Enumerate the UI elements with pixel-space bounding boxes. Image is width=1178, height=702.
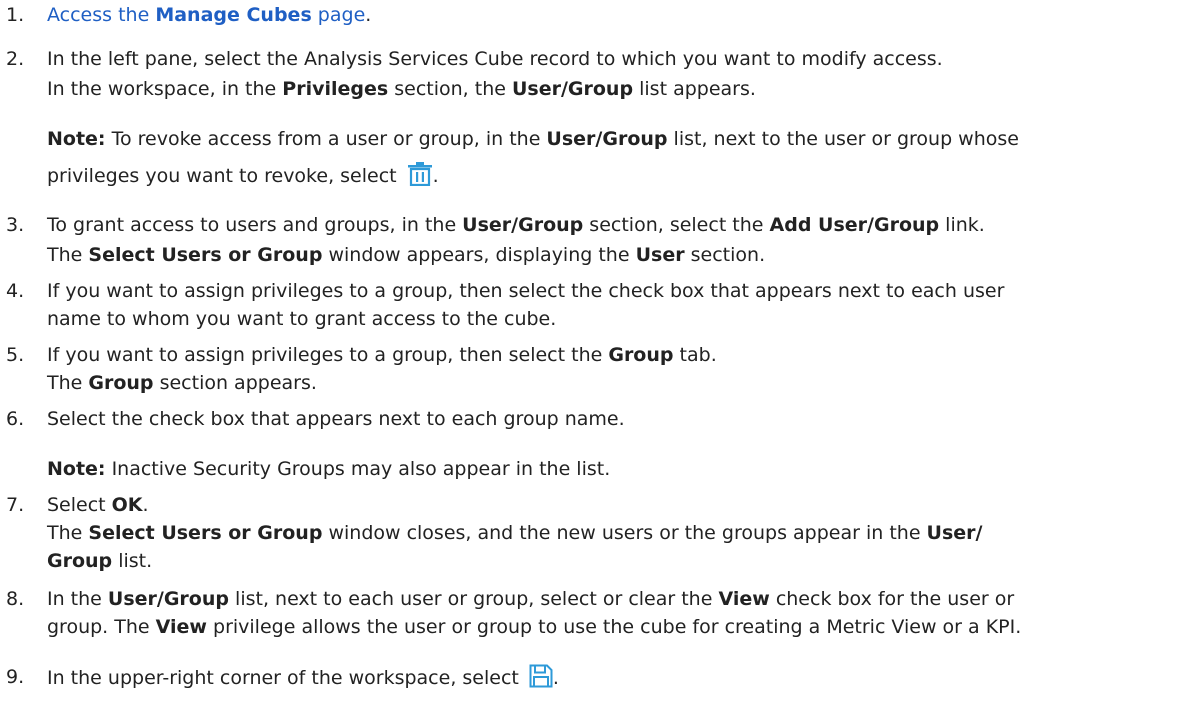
save-icon[interactable] [529,664,553,695]
step-text: In the left pane, select the Analysis Se… [47,48,943,70]
step-number: 7. [6,494,25,516]
step-number: 5. [6,344,25,366]
note-revoke-access-line2: privileges you want to revoke, select . [47,162,439,193]
step-text: Select the check box that appears next t… [47,408,625,430]
step-number: 1. [6,4,25,26]
step-number: 9. [6,666,25,688]
step-number: 8. [6,588,25,610]
manage-cubes-link[interactable]: Access the Manage Cubes page [47,4,365,26]
trash-icon[interactable] [407,162,433,193]
step-text: name to whom you want to grant access to… [47,308,557,330]
step-number: 3. [6,214,25,236]
note-inactive-groups: Note: Inactive Security Groups may also … [47,458,611,480]
step-number: 6. [6,408,25,430]
step-number: 2. [6,48,25,70]
step-number: 4. [6,280,25,302]
step-text: If you want to assign privileges to a gr… [47,280,1005,302]
note-revoke-access: Note: To revoke access from a user or gr… [47,128,1019,150]
procedure-document: 1. Access the Manage Cubes page. 2. In t… [0,0,1178,702]
